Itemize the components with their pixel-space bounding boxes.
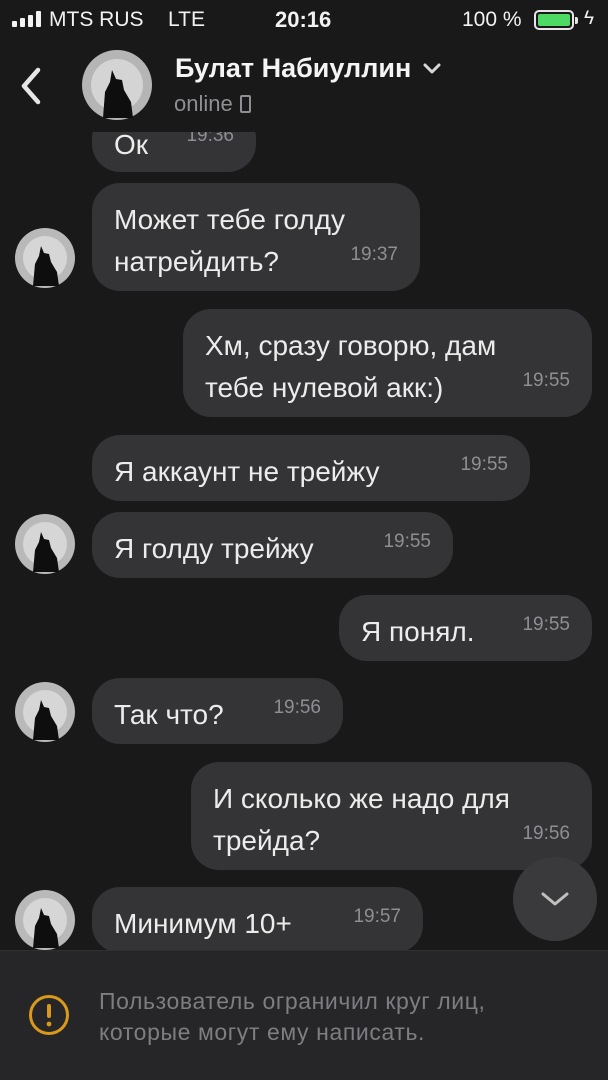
contact-name[interactable]: Булат Набиуллин — [175, 53, 443, 84]
message-text: Так что? — [114, 699, 224, 730]
contact-name-text: Булат Набиуллин — [175, 53, 412, 83]
message-bubble-incoming[interactable]: Я аккаунт не трейжу 19:55 — [92, 435, 530, 501]
message-bubble-incoming[interactable]: Ок 19:36 — [92, 132, 256, 172]
avatar[interactable] — [82, 50, 152, 120]
message-time: 19:55 — [383, 531, 431, 552]
message-text: Я понял. — [361, 616, 475, 647]
signal-strength-icon — [12, 11, 41, 27]
chevron-left-icon[interactable] — [14, 62, 48, 110]
message-text: И сколько же надо для трейда? — [213, 783, 510, 856]
message-time: 19:36 — [186, 132, 234, 146]
status-bar: MTS RUS LTE 20:16 100 % ϟ — [0, 0, 608, 38]
message-time: 19:55 — [522, 614, 570, 635]
network-type: LTE — [168, 8, 205, 31]
online-status: online — [174, 91, 233, 116]
avatar[interactable] — [15, 228, 75, 288]
message-bubble-outgoing[interactable]: Я понял. 19:55 — [339, 595, 592, 661]
message-text: Я голду трейжу — [114, 533, 314, 564]
message-bubble-incoming[interactable]: Минимум 10+ 19:57 — [92, 887, 423, 950]
avatar[interactable] — [15, 514, 75, 574]
battery-icon — [534, 10, 578, 30]
avatar[interactable] — [15, 682, 75, 742]
charging-icon: ϟ — [584, 8, 595, 29]
message-text: Может тебе голду натрейдить? — [114, 204, 345, 277]
message-time: 19:56 — [522, 823, 570, 844]
message-time: 19:37 — [350, 244, 398, 265]
message-time: 19:55 — [460, 454, 508, 475]
carrier-name: MTS RUS — [49, 8, 144, 31]
message-time: 19:57 — [353, 906, 401, 927]
contact-status: online — [174, 91, 251, 117]
restriction-notice: Пользователь ограничил круг лиц, которые… — [0, 950, 608, 1080]
message-bubble-outgoing[interactable]: Хм, сразу говорю, дам тебе нулевой акк:)… — [183, 309, 592, 417]
message-bubble-incoming[interactable]: Так что? 19:56 — [92, 678, 343, 744]
message-text: Я аккаунт не трейжу — [114, 456, 380, 487]
message-text: Хм, сразу говорю, дам тебе нулевой акк:) — [205, 330, 497, 403]
message-bubble-outgoing[interactable]: И сколько же надо для трейда? 19:56 — [191, 762, 592, 870]
message-bubble-incoming[interactable]: Может тебе голду натрейдить? 19:37 — [92, 183, 420, 291]
message-bubble-incoming[interactable]: Я голду трейжу 19:55 — [92, 512, 453, 578]
message-list[interactable]: Ок 19:36 Может тебе голду натрейдить? 19… — [0, 132, 608, 950]
chevron-down-icon[interactable] — [421, 62, 443, 76]
phone-icon — [239, 95, 251, 113]
scroll-to-bottom-button[interactable] — [513, 857, 597, 941]
message-text: Ок — [114, 132, 149, 160]
warning-circle-icon — [29, 995, 69, 1035]
restriction-notice-text: Пользователь ограничил круг лиц, которые… — [99, 988, 486, 1045]
status-time: 20:16 — [275, 7, 332, 32]
chevron-down-icon — [541, 892, 569, 906]
chat-header: Булат Набиуллин online — [0, 40, 608, 132]
avatar[interactable] — [15, 890, 75, 950]
battery-percentage: 100 % — [462, 8, 522, 31]
message-time: 19:56 — [273, 697, 321, 718]
message-time: 19:55 — [522, 370, 570, 391]
message-text: Минимум 10+ — [114, 908, 292, 939]
